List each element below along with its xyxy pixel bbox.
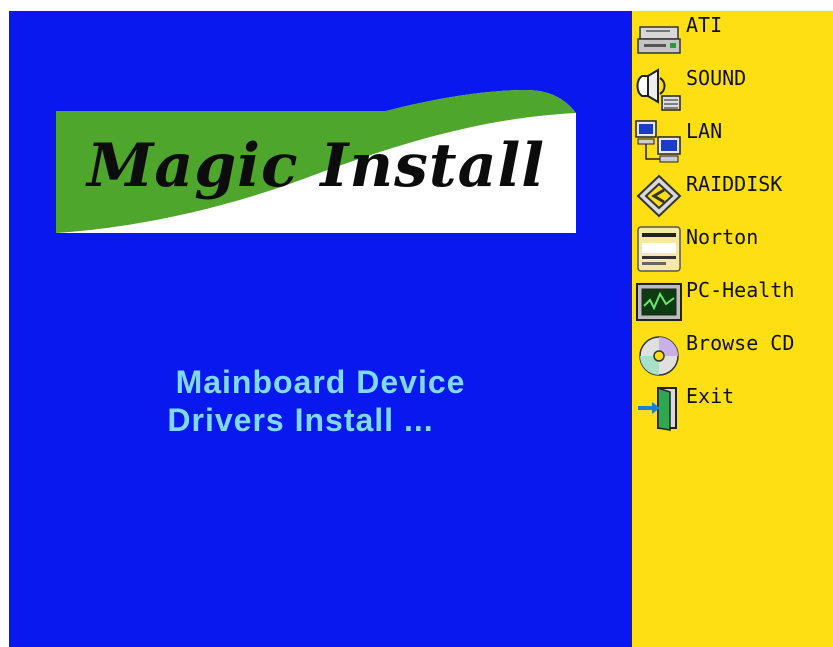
window-top-border bbox=[0, 0, 833, 11]
raid-icon bbox=[634, 172, 684, 220]
headline-line-1: Mainboard Device bbox=[175, 364, 466, 400]
menu-item-label: SOUND bbox=[686, 66, 747, 90]
menu-item-label: LAN bbox=[686, 119, 723, 143]
monitor-graph-icon bbox=[634, 278, 684, 326]
menu-item-raiddisk[interactable]: RAIDDISK bbox=[632, 170, 833, 222]
menu-item-lan[interactable]: LAN bbox=[632, 117, 833, 169]
exit-door-icon bbox=[634, 384, 684, 432]
window-left-border bbox=[0, 11, 9, 647]
menu-item-norton[interactable]: Norton bbox=[632, 223, 833, 275]
menu-item-browse-cd[interactable]: Browse CD bbox=[632, 329, 833, 381]
menu-item-pc-health[interactable]: PC-Health bbox=[632, 276, 833, 328]
menu-item-exit[interactable]: Exit bbox=[632, 382, 833, 434]
drive-icon bbox=[634, 13, 684, 61]
menu-item-label: Norton bbox=[686, 225, 759, 249]
norton-icon bbox=[634, 225, 684, 273]
network-computers-icon bbox=[634, 119, 684, 167]
menu-item-label: RAIDDISK bbox=[686, 172, 783, 196]
headline-line-2: Drivers Install ... bbox=[167, 402, 434, 438]
sound-icon bbox=[634, 66, 684, 114]
installer-window: Magic Install Mainboard Device Drivers I… bbox=[0, 0, 833, 647]
driver-menu-sidebar: ATI SOUND LAN RAIDDISK Norton PC-Health … bbox=[632, 11, 833, 647]
magic-install-logo: Magic Install bbox=[56, 78, 576, 233]
menu-item-label: PC-Health bbox=[686, 278, 795, 302]
menu-item-label: Browse CD bbox=[686, 331, 795, 355]
main-panel: Magic Install Mainboard Device Drivers I… bbox=[9, 11, 632, 647]
menu-item-sound[interactable]: SOUND bbox=[632, 64, 833, 116]
cd-icon bbox=[634, 331, 684, 379]
logo-text: Magic Install bbox=[86, 130, 546, 201]
headline: Mainboard Device Drivers Install ... bbox=[9, 363, 632, 439]
menu-item-label: ATI bbox=[686, 13, 723, 37]
menu-item-label: Exit bbox=[686, 384, 735, 408]
menu-item-ati[interactable]: ATI bbox=[632, 11, 833, 63]
